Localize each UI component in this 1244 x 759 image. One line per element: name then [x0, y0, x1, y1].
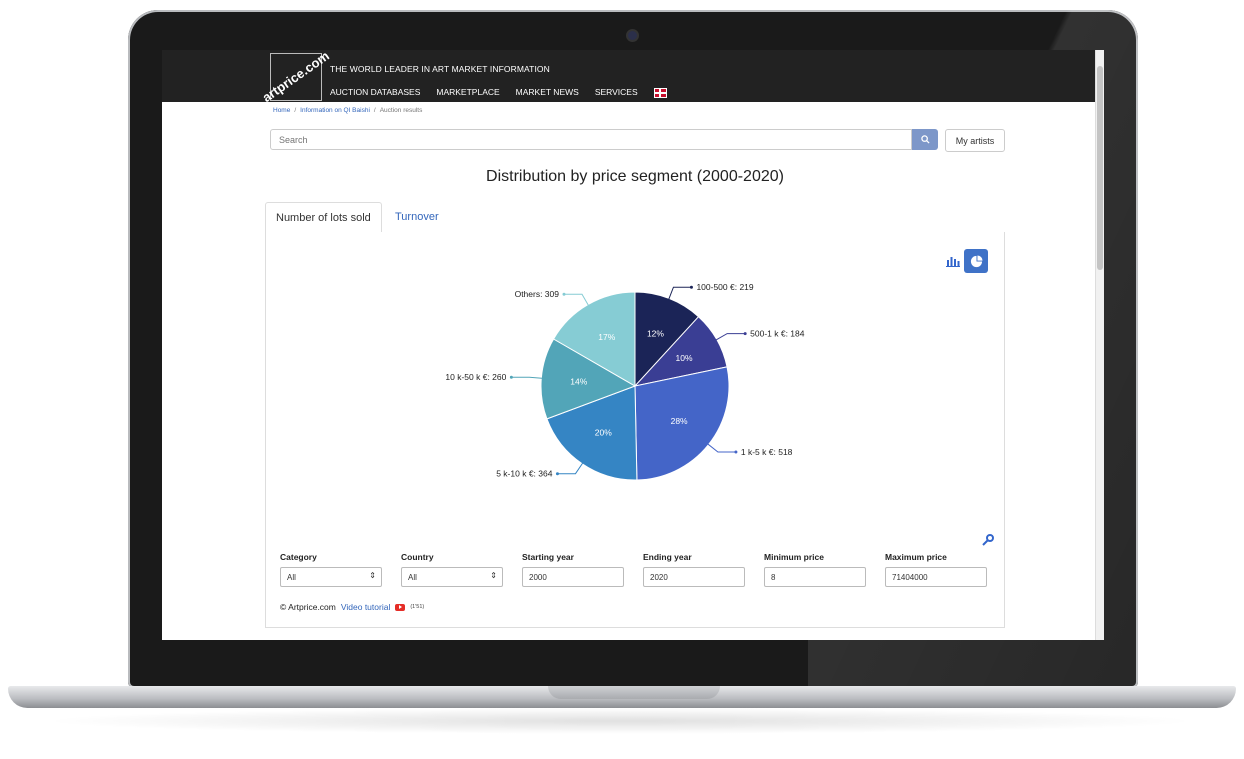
- breadcrumb-separator: /: [373, 107, 376, 114]
- slice-percent-label: 28%: [671, 416, 688, 426]
- maximum-price-input[interactable]: 71404000: [885, 567, 987, 587]
- select-arrow-icon: ⇕: [490, 571, 497, 580]
- youtube-icon[interactable]: [395, 603, 406, 611]
- slice-percent-label: 14%: [570, 376, 587, 386]
- category-select[interactable]: All ⇕: [280, 567, 382, 587]
- filter-label: Category: [280, 552, 317, 562]
- camera-icon: [628, 31, 637, 40]
- slice-outer-label: Others: 309: [515, 289, 560, 299]
- slice-percent-label: 12%: [647, 328, 664, 338]
- filter-label: Maximum price: [885, 552, 947, 562]
- breadcrumb-separator: /: [294, 107, 297, 114]
- tab-bar: Number of lots sold Turnover: [265, 202, 1003, 233]
- video-duration: (1'51): [410, 604, 425, 610]
- slice-leader-dot: [509, 375, 513, 379]
- minimum-price-input[interactable]: 8: [764, 567, 866, 587]
- breadcrumb-artist[interactable]: Information on QI Baishi: [300, 107, 370, 114]
- select-arrow-icon: ⇕: [369, 571, 376, 580]
- ending-year-input[interactable]: 2020: [643, 567, 745, 587]
- tagline: THE WORLD LEADER IN ART MARKET INFORMATI…: [330, 64, 550, 74]
- slice-leader-dot: [562, 292, 566, 296]
- slice-percent-label: 10%: [676, 353, 693, 363]
- search-input[interactable]: [270, 129, 912, 150]
- slice-leader-line: [564, 293, 590, 307]
- nav-market-news[interactable]: MARKET NEWS: [516, 87, 579, 98]
- laptop-notch: [548, 686, 720, 699]
- scrollbar[interactable]: [1095, 50, 1104, 640]
- wrench-icon[interactable]: [982, 534, 994, 549]
- breadcrumb-current: Auction results: [379, 107, 423, 114]
- search-button[interactable]: [912, 129, 938, 150]
- starting-year-input[interactable]: 2000: [522, 567, 624, 587]
- copyright: © Artprice.com: [280, 602, 336, 612]
- slice-leader-line: [557, 461, 584, 475]
- tab-turnover[interactable]: Turnover: [385, 202, 449, 232]
- tab-lots-sold[interactable]: Number of lots sold: [265, 202, 382, 233]
- filter-maximum-price: Maximum price 71404000: [885, 552, 1006, 587]
- panel-footer: © Artprice.com Video tutorial (1'51): [280, 602, 424, 612]
- search-icon: [920, 135, 930, 144]
- country-select[interactable]: All ⇕: [401, 567, 503, 587]
- slice-leader-line: [667, 286, 692, 301]
- pie-chart: 12% 100-500 €: 219 10% 500-1 k €: 184 28% 1 k…: [445, 282, 805, 481]
- filters-row: Category All ⇕ Country All ⇕ Starting year…: [280, 552, 1006, 587]
- slice-leader-dot: [689, 285, 693, 289]
- breadcrumb: Home / Information on QI Baishi / Auctio…: [273, 107, 422, 114]
- nav-marketplace[interactable]: MARKETPLACE: [436, 87, 499, 98]
- filter-ending-year: Ending year 2020: [643, 552, 764, 587]
- main-nav: AUCTION DATABASES MARKETPLACE MARKET NEW…: [330, 87, 667, 98]
- laptop-shadow: [40, 708, 1200, 734]
- uk-flag-icon[interactable]: [653, 88, 667, 98]
- page-title: Distribution by price segment (2000-2020…: [486, 168, 784, 185]
- site-header: artprice.com THE WORLD LEADER IN ART MAR…: [162, 50, 1104, 105]
- nav-auction-databases[interactable]: AUCTION DATABASES: [330, 87, 420, 98]
- filter-label: Ending year: [643, 552, 692, 562]
- slice-leader-line: [511, 376, 544, 379]
- slice-outer-label: 10 k-50 k €: 260: [445, 372, 506, 382]
- slice-outer-label: 100-500 €: 219: [696, 282, 753, 292]
- filter-label: Starting year: [522, 552, 574, 562]
- slice-percent-label: 20%: [595, 428, 612, 438]
- filter-label: Country: [401, 552, 434, 562]
- settings-wrench: [982, 534, 994, 546]
- slice-outer-label: 500-1 k €: 184: [750, 329, 805, 339]
- logo-text: artprice.com: [259, 50, 332, 106]
- filter-minimum-price: Minimum price 8: [764, 552, 885, 587]
- slice-outer-label: 1 k-5 k €: 518: [741, 447, 793, 457]
- filter-label: Minimum price: [764, 552, 824, 562]
- scroll-thumb[interactable]: [1097, 66, 1103, 270]
- filter-country: Country All ⇕: [401, 552, 522, 587]
- nav-services[interactable]: SERVICES: [595, 87, 638, 98]
- slice-leader-dot: [734, 450, 738, 454]
- slice-percent-label: 17%: [598, 332, 615, 342]
- slice-leader-line: [706, 442, 736, 453]
- video-tutorial-link[interactable]: Video tutorial: [341, 602, 390, 612]
- breadcrumb-home[interactable]: Home: [273, 107, 290, 114]
- select-value: All: [408, 572, 417, 582]
- slice-leader-dot: [555, 472, 559, 476]
- filter-category: Category All ⇕: [280, 552, 401, 587]
- my-artists-button[interactable]: My artists: [945, 129, 1005, 152]
- slice-leader-line: [714, 333, 746, 341]
- slice-leader-dot: [743, 332, 747, 336]
- chart-panel: 12% 100-500 €: 219 10% 500-1 k €: 184 28% 1 k…: [265, 232, 1005, 628]
- browser-screen: artprice.com THE WORLD LEADER IN ART MAR…: [162, 50, 1104, 640]
- filter-starting-year: Starting year 2000: [522, 552, 643, 587]
- artprice-logo[interactable]: artprice.com: [259, 50, 332, 105]
- select-value: All: [287, 572, 296, 582]
- slice-outer-label: 5 k-10 k €: 364: [496, 469, 553, 479]
